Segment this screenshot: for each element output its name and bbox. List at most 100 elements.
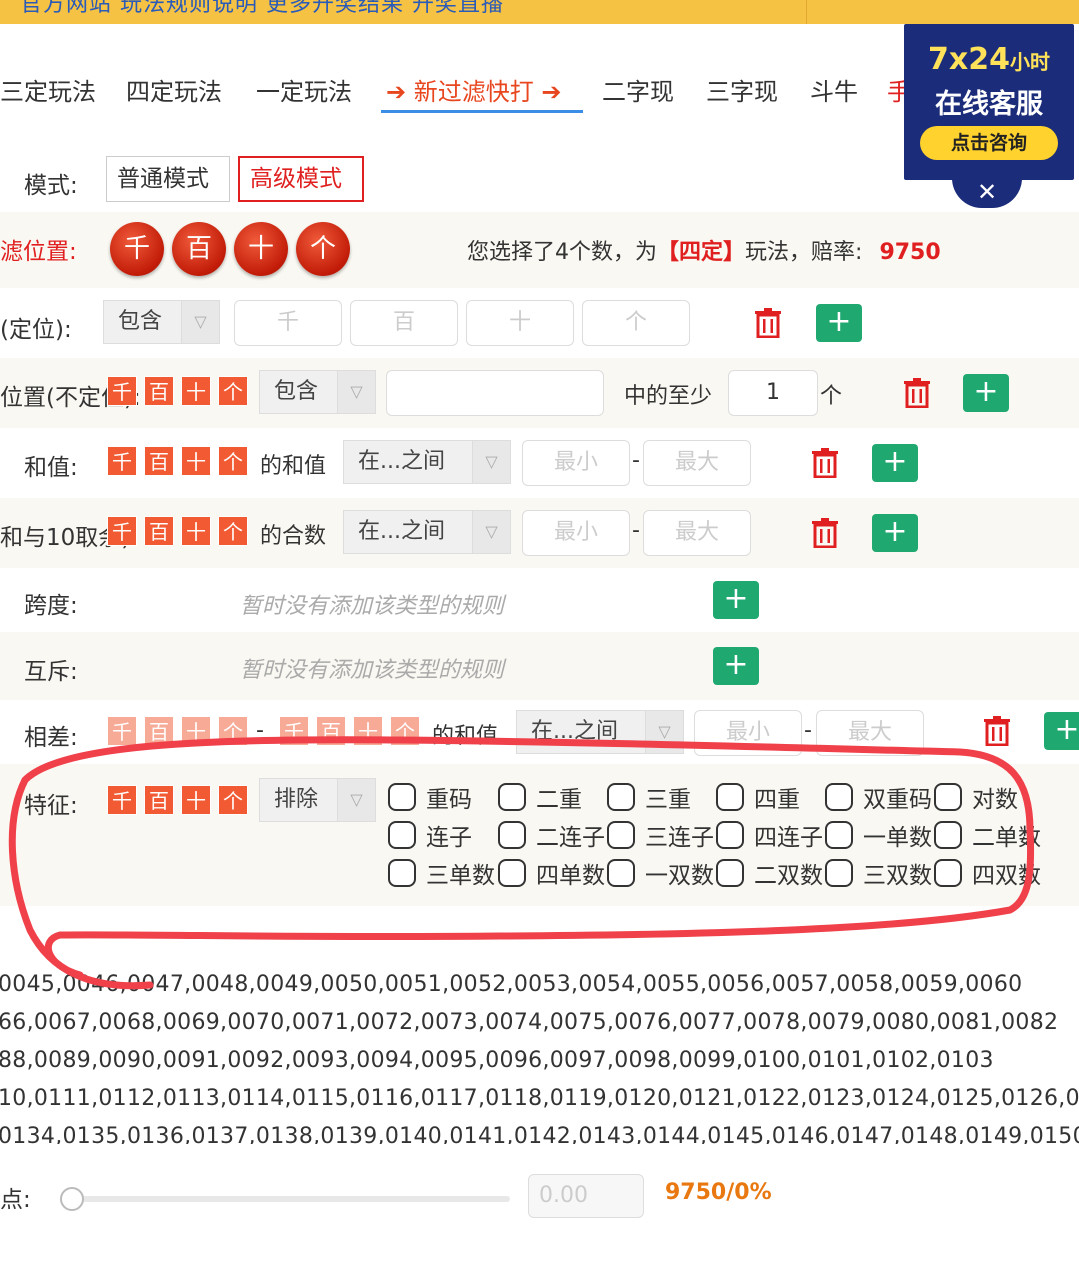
feature-option[interactable]: 二连子 (498, 818, 605, 852)
feature-option[interactable]: 三重 (607, 780, 691, 814)
unfixed-number-input[interactable] (386, 370, 604, 416)
checkbox[interactable] (498, 821, 526, 849)
feature-option[interactable]: 重码 (388, 780, 472, 814)
feature-option[interactable]: 对数 (934, 780, 1018, 814)
trash-icon[interactable] (811, 448, 839, 478)
rebate-input[interactable]: 0.00 (528, 1174, 644, 1218)
tab-erzixian[interactable]: 二字现 (602, 72, 674, 107)
digit-qian[interactable]: 千 (279, 716, 309, 746)
tab-douniu[interactable]: 斗牛 (810, 72, 858, 107)
feature-option[interactable]: 二单数 (934, 818, 1041, 852)
digit-ge[interactable]: 个 (218, 446, 248, 476)
digit-qian[interactable]: 千 (107, 785, 137, 815)
checkbox[interactable] (388, 859, 416, 887)
digit-bai[interactable]: 百 (144, 716, 174, 746)
digit-qian[interactable]: 千 (107, 376, 137, 406)
add-fixed-button[interactable]: + (816, 304, 862, 342)
checkbox[interactable] (934, 821, 962, 849)
rebate-slider[interactable] (64, 1196, 510, 1202)
diff-max-input[interactable]: 最大 (816, 710, 924, 756)
feature-option[interactable]: 双重码 (825, 780, 932, 814)
feature-option[interactable]: 四双数 (934, 856, 1041, 890)
checkbox[interactable] (934, 783, 962, 811)
digit-bai[interactable]: 百 (144, 516, 174, 546)
add-exclusive-button[interactable]: + (713, 647, 759, 685)
digit-ge[interactable]: 个 (390, 716, 420, 746)
mod-min-input[interactable]: 最小 (522, 510, 630, 556)
digit-qian[interactable]: 千 (107, 716, 137, 746)
fixed-input-ge[interactable]: 个 (582, 300, 690, 346)
feature-option[interactable]: 四重 (716, 780, 800, 814)
feature-option[interactable]: 连子 (388, 818, 472, 852)
digit-ge[interactable]: 个 (218, 516, 248, 546)
checkbox[interactable] (388, 783, 416, 811)
digit-shi[interactable]: 十 (181, 785, 211, 815)
checkbox[interactable] (825, 859, 853, 887)
consult-button[interactable]: 点击咨询 (920, 126, 1058, 160)
digit-qian[interactable]: 千 (107, 516, 137, 546)
unfixed-select[interactable]: 包含 ▽ (259, 370, 376, 414)
digit-bai[interactable]: 百 (144, 785, 174, 815)
trash-icon[interactable] (811, 518, 839, 548)
checkbox[interactable] (716, 859, 744, 887)
ball-qian[interactable]: 千 (110, 222, 164, 276)
add-unfixed-button[interactable]: + (963, 374, 1009, 412)
feature-option[interactable]: 四连子 (716, 818, 823, 852)
fixed-input-qian[interactable]: 千 (234, 300, 342, 346)
checkbox[interactable] (388, 821, 416, 849)
sum-max-input[interactable]: 最大 (643, 440, 751, 486)
feature-option[interactable]: 二双数 (716, 856, 823, 890)
slider-handle[interactable] (60, 1187, 84, 1211)
digit-qian[interactable]: 千 (107, 446, 137, 476)
feature-option[interactable]: 一单数 (825, 818, 932, 852)
checkbox[interactable] (607, 783, 635, 811)
sum-min-input[interactable]: 最小 (522, 440, 630, 486)
digit-shi[interactable]: 十 (181, 446, 211, 476)
fixed-input-shi[interactable]: 十 (466, 300, 574, 346)
ball-shi[interactable]: 十 (234, 222, 288, 276)
checkbox[interactable] (716, 821, 744, 849)
tab-sanzixian[interactable]: 三字现 (706, 72, 778, 107)
advanced-mode-button[interactable]: 高级模式 (238, 156, 364, 202)
tab-yiding[interactable]: 一定玩法 (256, 72, 352, 107)
normal-mode-button[interactable]: 普通模式 (106, 156, 230, 202)
add-span-button[interactable]: + (713, 581, 759, 619)
fixed-select[interactable]: 包含 ▽ (103, 300, 220, 344)
checkbox[interactable] (825, 783, 853, 811)
tab-new-filter[interactable]: ➔ 新过滤快打 ➔ (386, 72, 561, 107)
feature-option[interactable]: 三连子 (607, 818, 714, 852)
feature-option[interactable]: 三单数 (388, 856, 495, 890)
mod-max-input[interactable]: 最大 (643, 510, 751, 556)
trash-icon[interactable] (983, 716, 1011, 746)
digit-ge[interactable]: 个 (218, 376, 248, 406)
checkbox[interactable] (498, 783, 526, 811)
checkbox[interactable] (825, 821, 853, 849)
feature-option[interactable]: 三双数 (825, 856, 932, 890)
fixed-input-bai[interactable]: 百 (350, 300, 458, 346)
mod-range-select[interactable]: 在...之间 ▽ (343, 510, 511, 554)
checkbox[interactable] (607, 821, 635, 849)
feature-option[interactable]: 四单数 (498, 856, 605, 890)
ball-ge[interactable]: 个 (296, 222, 350, 276)
digit-ge[interactable]: 个 (218, 785, 248, 815)
tab-siding[interactable]: 四定玩法 (126, 72, 222, 107)
tab-sanding[interactable]: 三定玩法 (0, 72, 96, 107)
checkbox[interactable] (716, 783, 744, 811)
digit-shi[interactable]: 十 (181, 716, 211, 746)
digit-bai[interactable]: 百 (144, 376, 174, 406)
add-mod-button[interactable]: + (872, 514, 918, 552)
feature-option[interactable]: 一双数 (607, 856, 714, 890)
digit-ge[interactable]: 个 (218, 716, 248, 746)
feature-select[interactable]: 排除 ▽ (259, 778, 376, 822)
digit-shi[interactable]: 十 (353, 716, 383, 746)
unfixed-count-input[interactable]: 1 (728, 370, 818, 416)
checkbox[interactable] (607, 859, 635, 887)
trash-icon[interactable] (903, 378, 931, 408)
digit-shi[interactable]: 十 (181, 516, 211, 546)
checkbox[interactable] (934, 859, 962, 887)
diff-min-input[interactable]: 最小 (694, 710, 802, 756)
top-links[interactable]: 官方网站 玩法规则说明 更多开奖结果 开奖直播 (20, 0, 504, 18)
checkbox[interactable] (498, 859, 526, 887)
digit-bai[interactable]: 百 (144, 446, 174, 476)
add-diff-button[interactable]: + (1044, 712, 1079, 750)
